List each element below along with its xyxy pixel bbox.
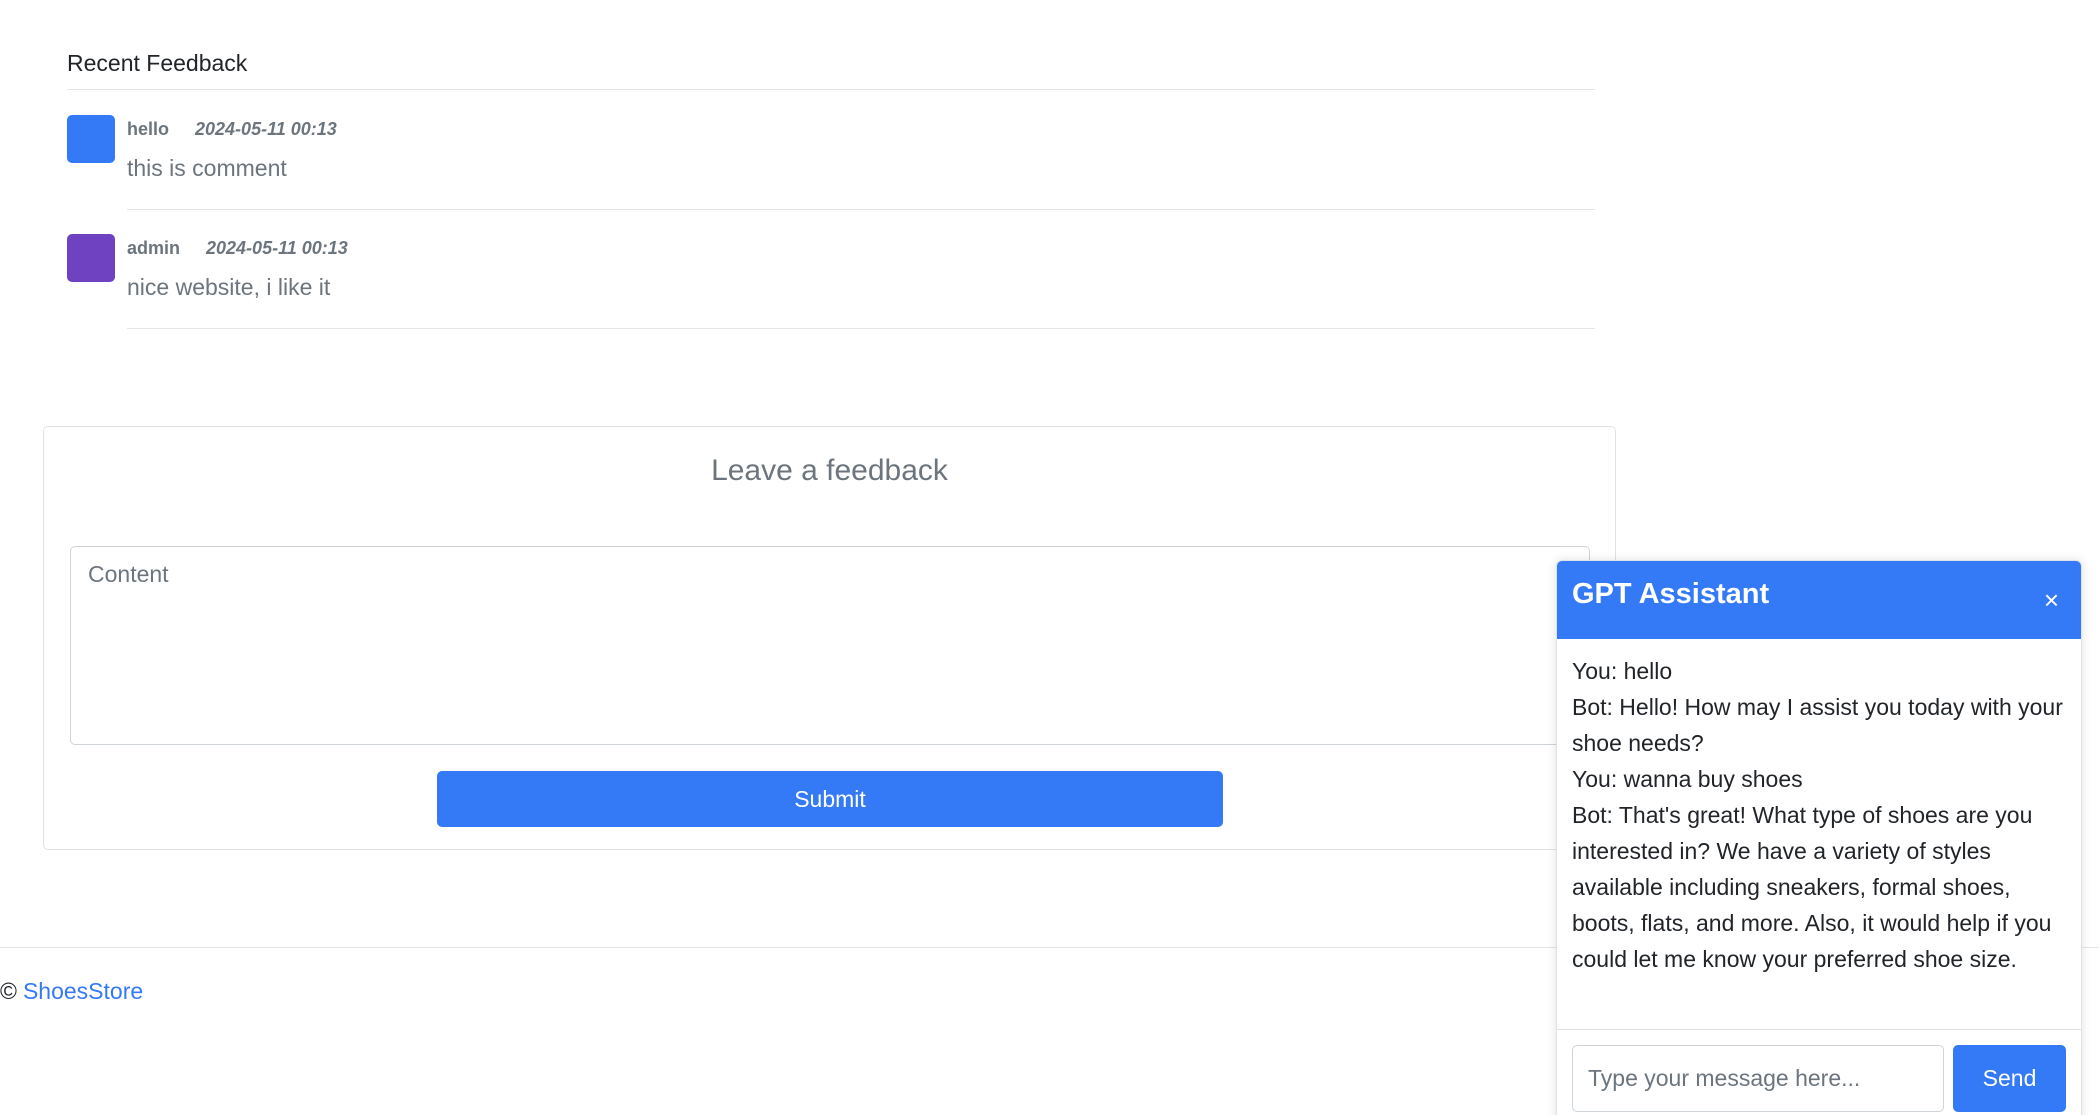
comment-meta: hello 2024-05-11 00:13 — [127, 119, 337, 140]
chat-widget: GPT Assistant × You: hello Bot: Hello! H… — [1556, 560, 2082, 1115]
divider — [127, 209, 1595, 210]
comment-author: hello — [127, 119, 170, 139]
copyright-symbol: © — [0, 978, 17, 1004]
feedback-form-title: Leave a feedback — [711, 454, 948, 487]
comment-meta: admin 2024-05-11 00:13 — [127, 238, 348, 259]
comment-text: nice website, i like it — [127, 274, 331, 300]
feedback-form-card: Leave a feedback Submit — [43, 426, 1616, 850]
chat-header: GPT Assistant × — [1557, 561, 2081, 639]
comment-author: admin — [127, 238, 181, 258]
avatar — [67, 234, 115, 282]
chat-title: GPT Assistant — [1572, 578, 1770, 610]
comment-item: hello 2024-05-11 00:13 this is comment — [67, 115, 1595, 235]
divider — [127, 328, 1595, 329]
chat-message-input[interactable] — [1572, 1045, 1944, 1112]
footer: © ShoesStore — [0, 978, 143, 1005]
comment-date: 2024-05-11 00:13 — [206, 238, 348, 258]
submit-button[interactable]: Submit — [437, 771, 1223, 827]
avatar — [67, 115, 115, 163]
send-button[interactable]: Send — [1953, 1045, 2066, 1112]
page: Recent Feedback hello 2024-05-11 00:13 th… — [0, 0, 2099, 1115]
chat-message: You: wanna buy shoes — [1572, 766, 1803, 792]
brand-link[interactable]: ShoesStore — [23, 978, 143, 1004]
comment-date: 2024-05-11 00:13 — [195, 119, 337, 139]
chat-input-bar: Send — [1557, 1029, 2081, 1115]
close-icon[interactable]: × — [2044, 587, 2059, 613]
chat-message: Bot: Hello! How may I assist you today w… — [1572, 694, 2063, 756]
chat-message: Bot: That's great! What type of shoes ar… — [1572, 802, 2052, 972]
chat-messages: You: hello Bot: Hello! How may I assist … — [1572, 653, 2072, 977]
comment-text: this is comment — [127, 155, 287, 181]
recent-feedback-title: Recent Feedback — [67, 50, 248, 76]
feedback-content-textarea[interactable] — [70, 546, 1590, 745]
chat-message: You: hello — [1572, 658, 1673, 684]
comment-item: admin 2024-05-11 00:13 nice website, i li… — [67, 234, 1595, 354]
divider — [67, 89, 1595, 90]
